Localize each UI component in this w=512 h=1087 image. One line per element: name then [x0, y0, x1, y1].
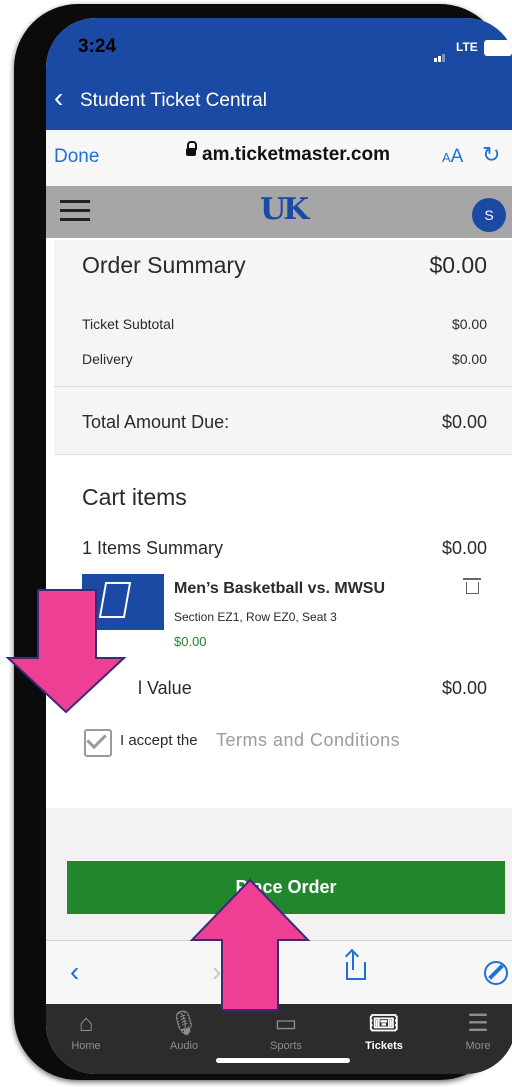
tab-sports[interactable]: ▭ Sports: [246, 1004, 326, 1064]
total-value-label: l Value: [138, 678, 192, 698]
items-summary-label: 1 Items Summary: [82, 538, 224, 558]
cart-item-name: Men’s Basketball vs. MWSU: [174, 580, 386, 597]
delivery-label: Delivery: [82, 351, 133, 367]
tab-label-tickets: Tickets: [365, 1040, 403, 1052]
nav-back-icon[interactable]: ‹: [70, 958, 79, 986]
cart-item-price: $0.00: [174, 634, 207, 649]
back-chevron-icon[interactable]: ‹: [54, 84, 63, 112]
annotation-arrow-down: [5, 589, 127, 714]
total-value: $0.00: [441, 678, 487, 698]
uk-logo: UK: [260, 192, 309, 227]
lock-icon: [186, 141, 197, 156]
divider: [54, 386, 512, 387]
delivery-value: $0.00: [451, 351, 487, 367]
home-icon: ⌂: [78, 1010, 94, 1037]
annotation-arrow-up: [189, 878, 311, 1011]
text-size-button[interactable]: AAAA: [442, 146, 463, 168]
back-button[interactable]: Student Ticket Central: [80, 90, 267, 112]
done-button[interactable]: Done: [54, 146, 99, 168]
tab-label-audio: Audio: [169, 1040, 199, 1052]
url-field[interactable]: am.ticketmaster.com: [202, 144, 390, 166]
tab-label-sports: Sports: [270, 1040, 302, 1052]
hamburger-menu-icon[interactable]: [60, 200, 90, 222]
network-label: LTE: [456, 40, 478, 54]
avatar[interactable]: S: [472, 198, 506, 232]
order-summary-title: Order Summary: [82, 252, 246, 278]
trash-icon[interactable]: [463, 578, 481, 594]
cart-items-title: Cart items: [82, 484, 187, 510]
tab-label-home: Home: [71, 1040, 101, 1052]
order-summary-total: $0.00: [429, 252, 487, 278]
ticket-subtotal-label: Ticket Subtotal: [82, 316, 175, 332]
home-indicator: [216, 1058, 350, 1063]
terms-link[interactable]: Terms and Conditions: [216, 730, 400, 751]
amount-due-value: $0.00: [441, 412, 487, 432]
reload-icon[interactable]: ↻: [482, 142, 500, 168]
cart-item-details: Section EZ1, Row EZ0, Seat 3: [174, 610, 337, 624]
terms-prefix: I accept the: [120, 732, 198, 749]
ticket-icon: 🎟: [368, 1010, 400, 1037]
items-summary-value: $0.00: [441, 538, 487, 558]
tab-audio[interactable]: 🎙 Audio: [144, 1004, 224, 1064]
share-icon[interactable]: [346, 962, 366, 980]
tab-label-more: More: [465, 1040, 491, 1052]
tab-home[interactable]: ⌂ Home: [46, 1004, 126, 1064]
tab-more[interactable]: ☰ More: [438, 1004, 512, 1064]
ticket-subtotal-value: $0.00: [451, 316, 487, 332]
menu-icon: ☰: [467, 1010, 489, 1037]
battery-icon: [484, 40, 512, 56]
signal-icon: [434, 44, 446, 62]
tab-tickets[interactable]: 🎟 Tickets: [344, 1004, 424, 1064]
amount-due-label: Total Amount Due:: [82, 412, 230, 432]
status-time: 3:24: [78, 36, 117, 57]
